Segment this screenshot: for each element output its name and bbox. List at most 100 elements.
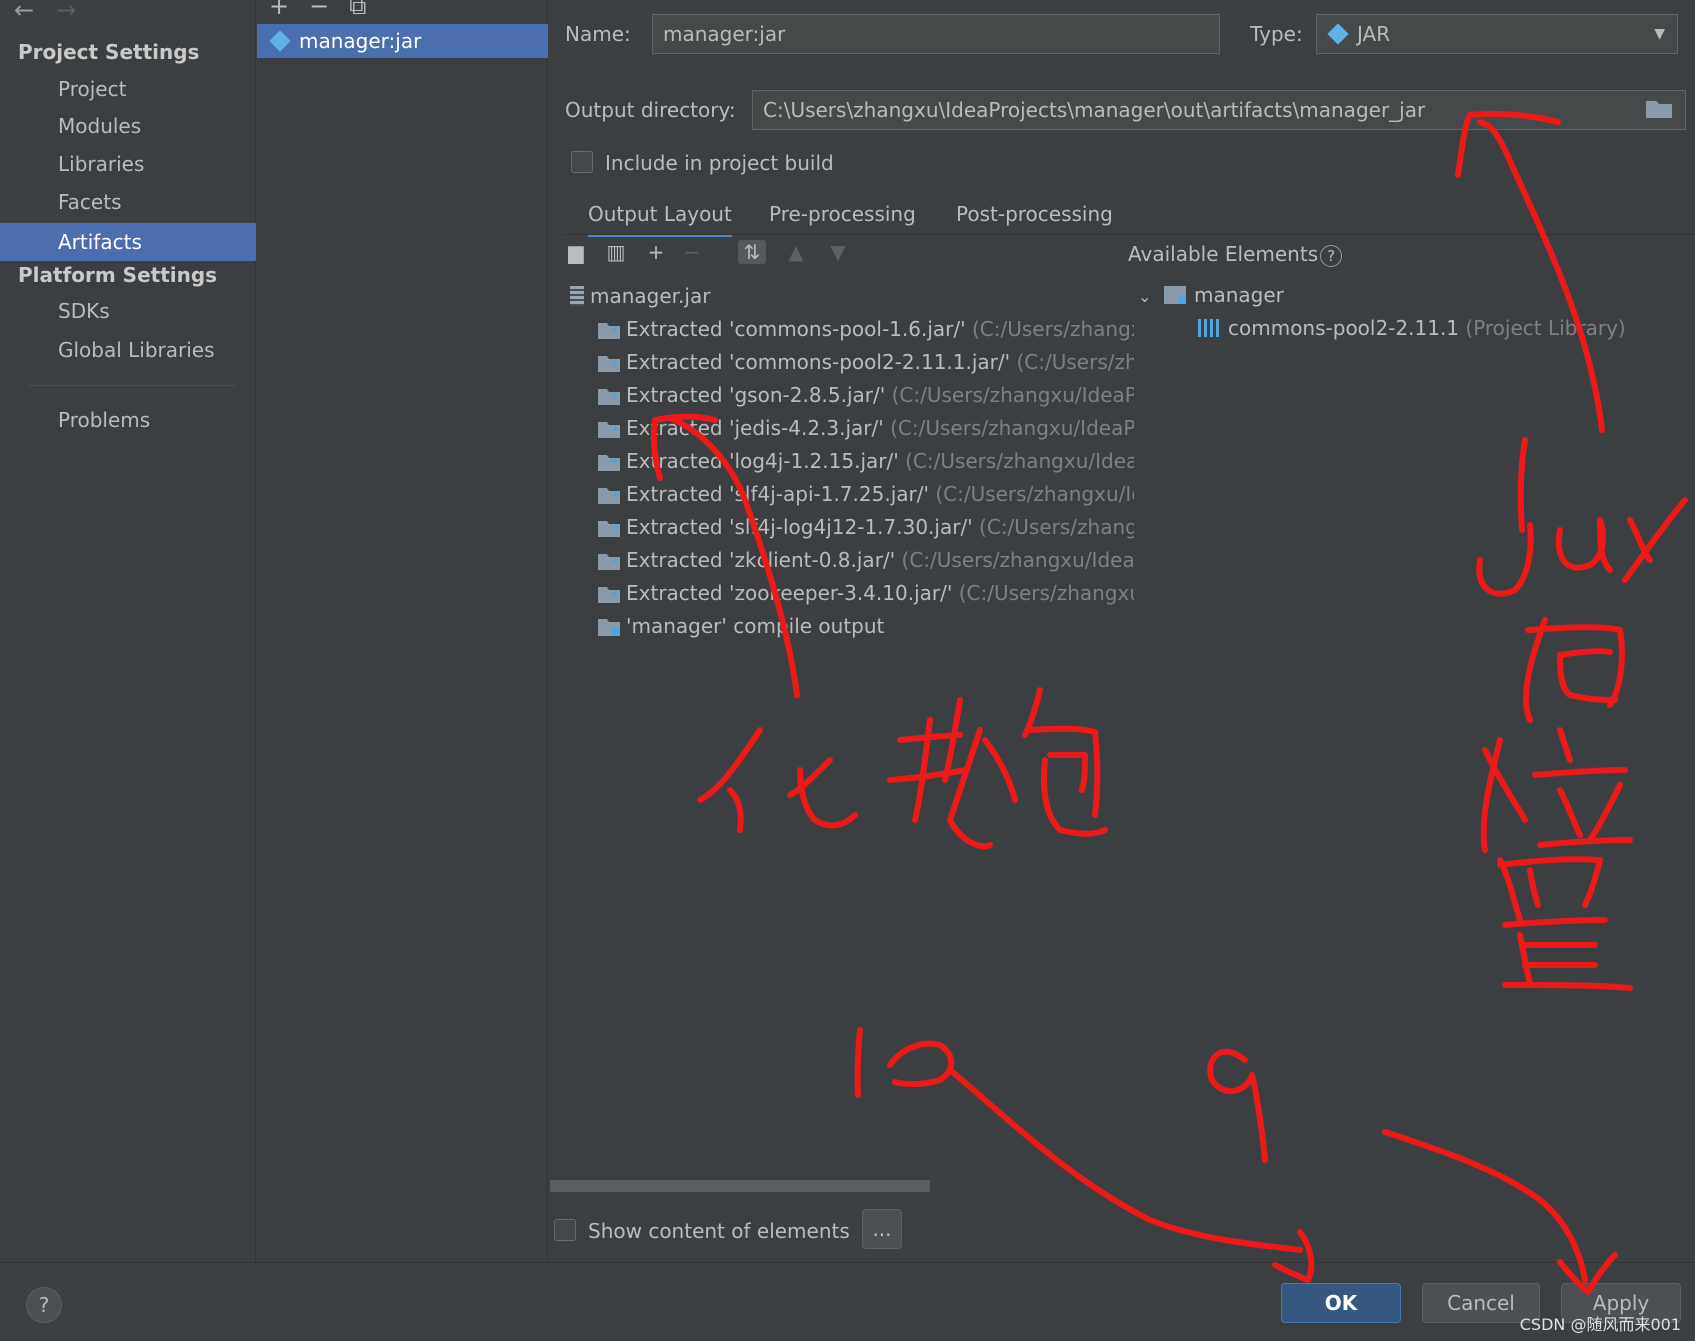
dialog-footer: ? OK Cancel Apply CSDN @随风而来001 [0,1262,1695,1341]
nav-item-project[interactable]: Project [0,70,256,108]
module-output-icon [598,619,620,636]
name-field[interactable]: manager:jar [652,14,1220,54]
history-arrows: ← → [14,0,98,24]
nav-item-problems[interactable]: Problems [0,401,256,439]
settings-nav: ← → Project Settings Project Modules Libr… [0,0,256,1262]
tree-row[interactable]: Extracted 'zkclient-0.8.jar/' (C:/Users/… [598,544,1134,577]
artifacts-list: + − ⧉ manager:jar [257,0,548,1262]
available-library-note: (Project Library) [1465,316,1626,340]
output-directory-label: Output directory: [565,98,736,122]
tree-row-name: Extracted 'log4j-1.2.15.jar/' [626,449,899,473]
name-label: Name: [565,22,631,46]
arrow-right-icon[interactable]: → [56,0,76,24]
horizontal-scrollbar[interactable] [550,1180,930,1192]
available-elements-label: Available Elements [1128,242,1319,266]
type-select[interactable]: JAR ▼ [1316,14,1678,54]
add-icon[interactable]: + [269,0,289,20]
nav-divider [28,385,236,386]
move-down-icon[interactable]: ▼ [824,240,852,264]
jar-type-icon [1327,23,1349,45]
available-library-label: commons-pool2-2.11.1 [1228,316,1460,340]
copy-icon[interactable]: ⧉ [349,0,366,20]
nav-item-libraries[interactable]: Libraries [0,145,256,183]
artifact-details: Name: manager:jar Type: JAR ▼ Output dir… [548,0,1695,1262]
tree-row-name: Extracted 'zookeeper-3.4.10.jar/' [626,581,953,605]
extracted-directory-icon [598,389,620,405]
extracted-directory-icon [598,521,620,537]
tree-row-path: (C:/Users/zhangxu/ [979,515,1134,539]
tree-row-name: Extracted 'commons-pool2-2.11.1.jar/' [626,350,1011,374]
extracted-directory-icon [598,554,620,570]
arrow-left-icon[interactable]: ← [14,0,34,24]
extracted-directory-icon [598,587,620,603]
tree-row-compile-output[interactable]: 'manager' compile output [598,610,884,643]
help-icon[interactable]: ? [1320,245,1343,267]
chevron-down-icon[interactable]: ⌄ [1138,287,1164,306]
help-button[interactable]: ? [26,1287,62,1323]
tree-row-path: (C:/Users/zhangxu/IdeaPro [901,548,1134,572]
extracted-directory-icon [598,356,620,372]
tree-row[interactable]: Extracted 'slf4j-api-1.7.25.jar/' (C:/Us… [598,478,1134,511]
chevron-down-icon: ▼ [1654,26,1665,42]
nav-item-artifacts[interactable]: Artifacts [0,223,256,261]
section-platform-settings: Platform Settings [18,263,218,287]
extracted-directory-icon [598,455,620,471]
artifact-item-manager-jar[interactable]: manager:jar [257,24,548,58]
show-content-options-button[interactable]: ... [862,1209,902,1249]
tab-output-layout[interactable]: Output Layout [588,202,732,237]
tree-row-path: (C:/Users/zhangxu/IdeaProj [890,416,1134,440]
remove-icon[interactable]: − [309,0,329,20]
tree-row[interactable]: Extracted 'zookeeper-3.4.10.jar/' (C:/Us… [598,577,1134,610]
nav-item-sdks[interactable]: SDKs [0,292,256,330]
available-module-label: manager [1194,283,1284,307]
tree-row[interactable]: Extracted 'commons-pool-1.6.jar/' (C:/Us… [598,313,1134,346]
nav-item-global-libraries[interactable]: Global Libraries [0,331,256,369]
add-element-icon[interactable]: + [642,240,670,264]
tree-row-name: Extracted 'zkclient-0.8.jar/' [626,548,896,572]
artifact-item-label: manager:jar [299,29,422,53]
tree-row[interactable]: Extracted 'log4j-1.2.15.jar/' (C:/Users/… [598,445,1134,478]
ok-button[interactable]: OK [1281,1283,1401,1323]
tree-row[interactable]: Extracted 'slf4j-log4j12-1.7.30.jar/' (C… [598,511,1134,544]
artifacts-toolbar: + − ⧉ [269,0,386,20]
tree-root-jar[interactable]: manager.jar [570,280,710,313]
tree-row-path: (C:/Users/zhangxu/Idea [935,482,1134,506]
show-content-checkbox[interactable] [554,1219,576,1241]
tree-root-label: manager.jar [590,284,711,308]
watermark: CSDN @随风而来001 [1519,1315,1681,1334]
extracted-directory-icon [598,323,620,339]
tab-post-processing[interactable]: Post-processing [956,202,1113,226]
tree-row-name: Extracted 'slf4j-log4j12-1.7.30.jar/' [626,515,973,539]
tree-row[interactable]: Extracted 'jedis-4.2.3.jar/' (C:/Users/z… [598,412,1134,445]
include-in-build-checkbox[interactable] [571,151,593,173]
tree-row-path: (C:/Users/zhan [1016,350,1135,374]
new-directory-icon[interactable]: ▆ [562,240,590,264]
tree-row-name: 'manager' compile output [626,614,885,638]
extracted-directory-icon [598,488,620,504]
nav-item-modules[interactable]: Modules [0,107,256,145]
tree-row-name: Extracted 'slf4j-api-1.7.25.jar/' [626,482,929,506]
move-up-icon[interactable]: ▲ [782,240,810,264]
tree-row-name: Extracted 'commons-pool-1.6.jar/' [626,317,966,341]
nav-item-facets[interactable]: Facets [0,183,256,221]
project-structure-dialog: ← → Project Settings Project Modules Libr… [0,0,1695,1341]
section-project-settings: Project Settings [18,40,200,64]
available-module-row[interactable]: ⌄ manager [1138,283,1284,307]
extracted-directory-icon [598,422,620,438]
remove-element-icon[interactable]: − [678,240,706,264]
type-select-value: JAR [1357,22,1391,46]
tab-pre-processing[interactable]: Pre-processing [769,202,916,226]
tabs-divider [564,234,1695,235]
tree-row-path: (C:/Users/zhangxu/Id [958,581,1134,605]
sort-elements-icon[interactable]: ⇅ [738,240,766,264]
type-label: Type: [1250,22,1303,46]
show-content-label: Show content of elements [588,1219,850,1243]
tree-row[interactable]: Extracted 'commons-pool2-2.11.1.jar/' (C… [598,346,1134,379]
output-directory-field[interactable]: C:\Users\zhangxu\IdeaProjects\manager\ou… [752,90,1686,130]
tree-row[interactable]: Extracted 'gson-2.8.5.jar/' (C:/Users/zh… [598,379,1134,412]
available-library-row[interactable]: commons-pool2-2.11.1 (Project Library) [1198,316,1626,340]
create-archive-icon[interactable]: ▥ [602,240,630,264]
jar-artifact-icon [269,30,291,52]
tree-row-path: (C:/Users/zhangxu/IdeaProjects/manager/l… [905,449,1134,473]
tree-row-name: Extracted 'gson-2.8.5.jar/' [626,383,886,407]
